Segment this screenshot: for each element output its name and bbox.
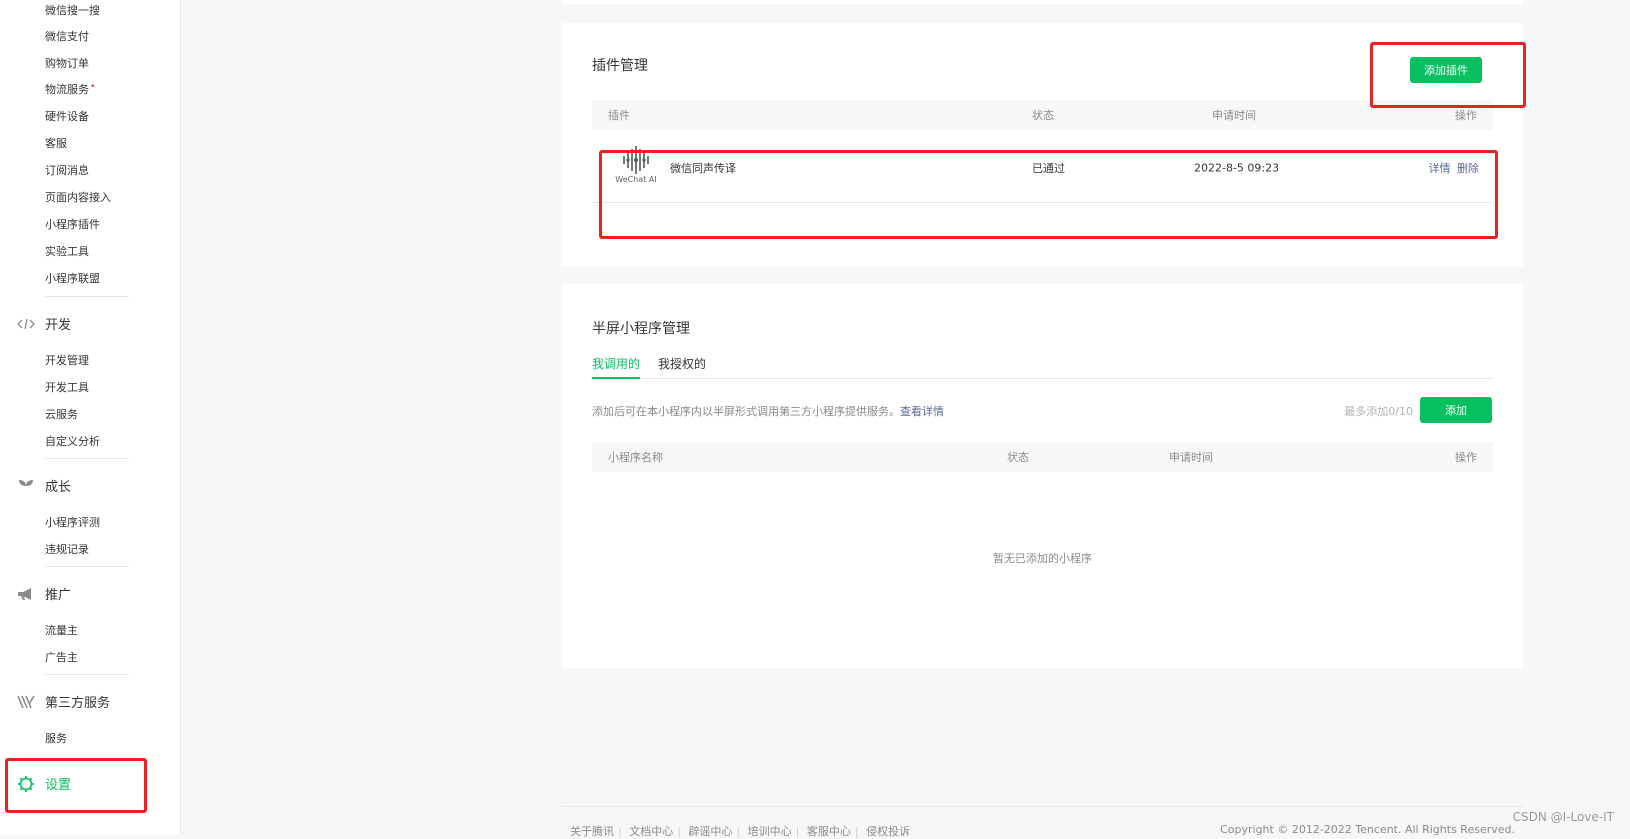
sidebar-item-wechat-search[interactable]: 微信搜一搜: [45, 2, 100, 18]
col-action: 操作: [1455, 451, 1477, 464]
col-miniprogram-name: 小程序名称: [608, 451, 663, 464]
col-apply-time: 申请时间: [1169, 451, 1213, 464]
watermark: CSDN @I-Love-IT: [1512, 810, 1614, 824]
sprout-icon: [16, 478, 36, 494]
footer-link-rumor[interactable]: 辟谣中心: [688, 825, 732, 838]
sidebar-item-alliance[interactable]: 小程序联盟: [45, 270, 100, 286]
highlight-box-plugin-row: [599, 150, 1498, 239]
col-apply-time: 申请时间: [1212, 109, 1256, 122]
sidebar-item-publisher[interactable]: 流量主: [45, 622, 78, 638]
footer-links: 关于腾讯 | 文档中心 | 辟谣中心 | 培训中心 | 客服中心 | 侵权投诉: [570, 825, 911, 838]
add-limit-text: 最多添加0/10: [1344, 405, 1413, 418]
footer-link-about[interactable]: 关于腾讯: [570, 825, 614, 838]
sidebar-section-grow[interactable]: 成长: [16, 476, 71, 495]
sidebar-item-cloud[interactable]: 云服务: [45, 406, 78, 422]
sidebar-item-evaluation[interactable]: 小程序评测: [45, 514, 100, 530]
plugin-section-title: 插件管理: [592, 58, 648, 74]
third-party-icon: [16, 694, 36, 710]
sidebar: 微信搜一搜 微信支付 购物订单 物流服务• 硬件设备 客服 订阅消息 页面内容接…: [0, 0, 181, 834]
sidebar-item-customer-service[interactable]: 客服: [45, 135, 67, 151]
copyright: Copyright © 2012-2022 Tencent. All Right…: [1220, 823, 1515, 836]
divider: [45, 566, 129, 567]
half-screen-description: 添加后可在本小程序内以半屏形式调用第三方小程序提供服务。查看详情: [592, 405, 944, 418]
sidebar-item-shopping-orders[interactable]: 购物订单: [45, 55, 89, 71]
megaphone-icon: [16, 586, 36, 602]
sidebar-item-page-content[interactable]: 页面内容接入: [45, 189, 111, 205]
sidebar-item-subscribe-msg[interactable]: 订阅消息: [45, 162, 89, 178]
divider: [45, 458, 129, 459]
sidebar-section-third-party[interactable]: 第三方服务: [16, 692, 110, 711]
sidebar-item-advertiser[interactable]: 广告主: [45, 649, 78, 665]
sidebar-item-custom-analysis[interactable]: 自定义分析: [45, 433, 100, 449]
divider: [45, 674, 129, 675]
sidebar-item-dev-manage[interactable]: 开发管理: [45, 352, 89, 368]
sidebar-item-plugins[interactable]: 小程序插件: [45, 216, 100, 232]
footer-link-docs[interactable]: 文档中心: [629, 825, 673, 838]
new-dot-badge: •: [90, 82, 96, 92]
half-screen-title: 半屏小程序管理: [592, 321, 690, 337]
view-details-link[interactable]: 查看详情: [900, 405, 944, 418]
sidebar-item-services[interactable]: 服务: [45, 730, 67, 746]
col-status: 状态: [1032, 109, 1054, 122]
col-status: 状态: [1007, 451, 1029, 464]
tab-authorized[interactable]: 我授权的: [658, 355, 706, 379]
sidebar-section-promo[interactable]: 推广: [16, 584, 71, 603]
col-plugin: 插件: [608, 109, 630, 122]
footer-link-training[interactable]: 培训中心: [748, 825, 792, 838]
sidebar-item-lab-tools[interactable]: 实验工具: [45, 243, 89, 259]
highlight-box-add-plugin: [1370, 42, 1526, 108]
sidebar-item-wechat-pay[interactable]: 微信支付: [45, 28, 89, 44]
sidebar-section-dev[interactable]: 开发: [16, 314, 71, 333]
sidebar-item-hardware[interactable]: 硬件设备: [45, 108, 89, 124]
footer-link-support[interactable]: 客服中心: [807, 825, 851, 838]
sidebar-item-logistics[interactable]: 物流服务•: [45, 81, 95, 97]
footer-link-complaint[interactable]: 侵权投诉: [866, 825, 910, 838]
empty-state-text: 暂无已添加的小程序: [993, 552, 1092, 565]
col-action: 操作: [1455, 109, 1477, 122]
miniprogram-table-header: 小程序名称 状态 申请时间 操作: [592, 442, 1493, 472]
plugin-table-header: 插件 状态 申请时间 操作: [592, 100, 1493, 130]
footer: 关于腾讯 | 文档中心 | 辟谣中心 | 培训中心 | 客服中心 | 侵权投诉 Copyr…: [562, 806, 1523, 838]
code-icon: [16, 316, 36, 332]
highlight-box-settings: [5, 758, 147, 813]
sidebar-item-violations[interactable]: 违规记录: [45, 541, 89, 557]
add-miniprogram-button[interactable]: 添加: [1420, 397, 1492, 423]
half-screen-tabs: 我调用的 我授权的: [592, 355, 1493, 379]
divider: [45, 296, 129, 297]
sidebar-item-dev-tools[interactable]: 开发工具: [45, 379, 89, 395]
previous-card-bottom: [562, 0, 1523, 4]
half-screen-card: 半屏小程序管理 我调用的 我授权的 添加后可在本小程序内以半屏形式调用第三方小程…: [562, 284, 1523, 668]
tab-invoked[interactable]: 我调用的: [592, 355, 641, 379]
